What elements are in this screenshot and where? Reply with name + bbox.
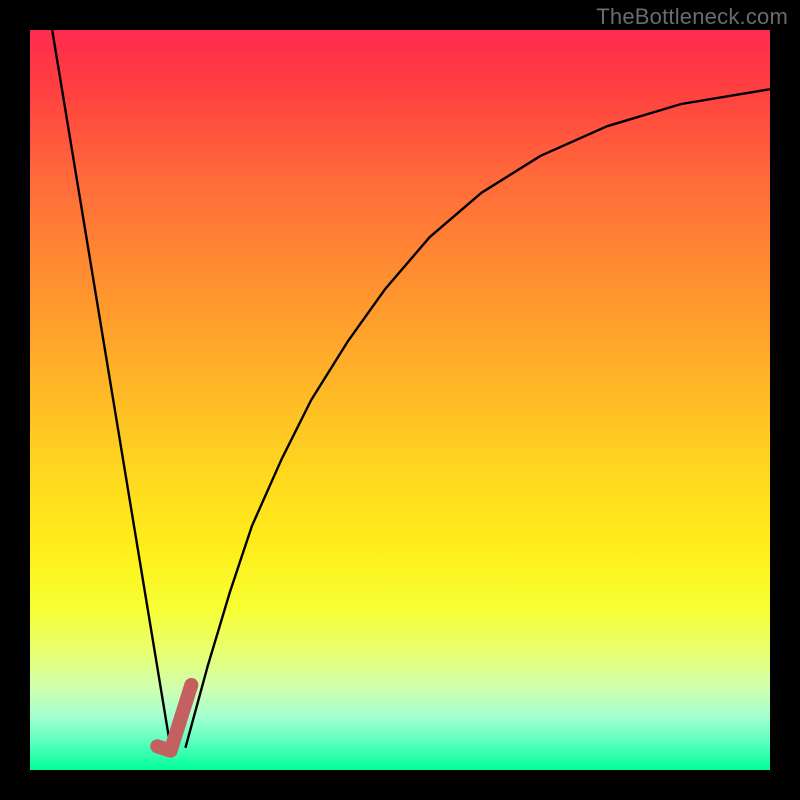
series-right-log-ascent: [185, 89, 770, 748]
chart-container: TheBottleneck.com: [0, 0, 800, 800]
watermark-text: TheBottleneck.com: [596, 4, 788, 30]
series-left-linear-descent: [52, 30, 170, 748]
chart-svg: [30, 30, 770, 770]
plot-area: [30, 30, 770, 770]
